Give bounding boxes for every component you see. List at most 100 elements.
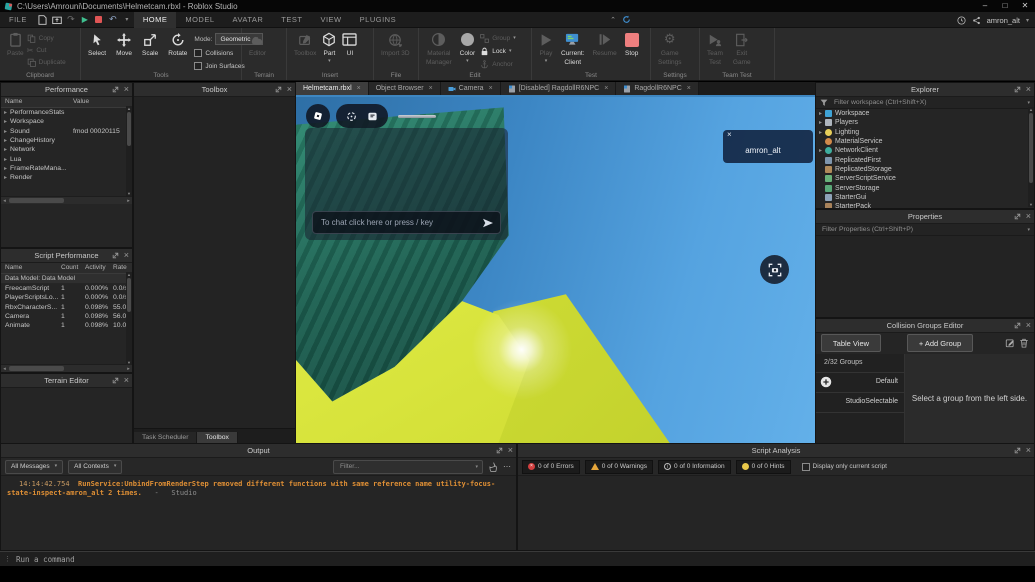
group-button[interactable]: Group▾ xyxy=(480,32,516,44)
anchor-button[interactable]: Anchor xyxy=(480,58,516,70)
tab-toolbox[interactable]: Toolbox xyxy=(197,432,237,443)
explorer-item-serverstorage[interactable]: ServerStorage xyxy=(816,183,1034,192)
chat-input[interactable] xyxy=(319,217,482,228)
expand-arrow-icon[interactable]: ▸ xyxy=(1,118,10,125)
sync-icon[interactable] xyxy=(622,15,631,24)
close-tab-icon[interactable]: × xyxy=(357,85,361,92)
quick-access-caret-icon[interactable]: ▾ xyxy=(120,12,134,28)
chevron-down-icon[interactable]: ▾ xyxy=(1027,227,1030,233)
close-tab-icon[interactable]: × xyxy=(687,85,691,92)
menu-file[interactable]: FILE xyxy=(0,12,36,28)
explorer-item-networkclient[interactable]: ▸NetworkClient xyxy=(816,146,1034,155)
expand-arrow-icon[interactable]: ▸ xyxy=(816,147,825,154)
table-row[interactable]: ▸Network xyxy=(1,145,132,154)
expand-arrow-icon[interactable]: ▸ xyxy=(816,129,825,136)
vertical-scrollbar[interactable]: ▲▼ xyxy=(126,106,132,196)
collapse-ribbon-icon[interactable]: ⌃ xyxy=(610,16,616,24)
contexts-filter-dropdown[interactable]: All Contexts▾ xyxy=(68,460,122,474)
close-button[interactable]: ✕ xyxy=(1015,0,1035,12)
expand-arrow-icon[interactable]: ▸ xyxy=(1,156,10,163)
explorer-item-serverscriptservice[interactable]: ServerScriptService xyxy=(816,174,1034,183)
popout-icon[interactable] xyxy=(112,377,119,384)
explorer-filter-input[interactable] xyxy=(832,98,1023,107)
expand-arrow-icon[interactable]: ▸ xyxy=(1,146,10,153)
horizontal-scrollbar[interactable]: ◂▸ xyxy=(1,364,132,372)
vertical-scrollbar[interactable]: ▲▼ xyxy=(1028,107,1034,207)
expand-arrow-icon[interactable]: ▸ xyxy=(1,174,10,181)
explorer-item-replicatedstorage[interactable]: ReplicatedStorage xyxy=(816,165,1034,174)
horizontal-scrollbar[interactable]: ◂▸ xyxy=(1,196,132,204)
group-row-studioselectable[interactable]: StudioSelectable xyxy=(816,393,904,413)
scale-button[interactable]: Scale xyxy=(139,30,161,58)
menu-tab-model[interactable]: MODEL xyxy=(176,12,223,28)
paste-button[interactable]: Paste xyxy=(4,30,27,58)
popout-icon[interactable] xyxy=(496,447,503,454)
capture-button[interactable] xyxy=(760,255,789,284)
current-client-button[interactable]: Current: Client xyxy=(558,30,587,68)
rename-group-icon[interactable] xyxy=(1005,338,1015,348)
output-log[interactable]: 14:14:42.754 RunService:UnbindFromRender… xyxy=(1,476,516,498)
popout-icon[interactable] xyxy=(1014,213,1021,220)
table-row[interactable]: Animate10.098%10.0/s xyxy=(1,321,132,330)
play-icon[interactable]: ▶ xyxy=(78,12,92,28)
explorer-item-starterpack[interactable]: StarterPack xyxy=(816,202,1034,208)
team-test-button[interactable]: Team Test xyxy=(704,30,726,68)
copy-button[interactable]: Copy xyxy=(27,32,66,44)
close-icon[interactable]: × xyxy=(1026,321,1031,330)
close-icon[interactable]: × xyxy=(1026,85,1031,94)
popout-icon[interactable] xyxy=(275,86,282,93)
stop-button[interactable]: Stop xyxy=(622,30,642,58)
table-row[interactable]: RbxCharacterS...10.098%55.0/s xyxy=(1,303,132,312)
cut-button[interactable]: ✂Cut xyxy=(27,44,66,56)
notifications-icon[interactable] xyxy=(957,16,966,25)
properties-filter-input[interactable] xyxy=(820,225,1023,234)
vertical-scrollbar[interactable]: ▲▼ xyxy=(126,272,132,365)
material-manager-button[interactable]: Material Manager xyxy=(423,30,455,68)
share-icon[interactable] xyxy=(972,16,981,25)
table-row[interactable]: FreecamScript10.000%0.0/s xyxy=(1,284,132,293)
close-icon[interactable]: × xyxy=(1026,212,1031,221)
user-caret-icon[interactable]: ▾ xyxy=(1026,17,1029,24)
send-icon[interactable] xyxy=(482,218,494,228)
chat-icon[interactable] xyxy=(367,111,378,122)
maximize-button[interactable]: □ xyxy=(995,0,1015,12)
resume-button[interactable]: Resume xyxy=(589,30,619,58)
popout-icon[interactable] xyxy=(112,252,119,259)
explorer-item-players[interactable]: ▸Players xyxy=(816,118,1034,127)
delete-group-icon[interactable] xyxy=(1019,338,1029,348)
toolbox-button[interactable]: Toolbox xyxy=(291,30,319,58)
exit-game-button[interactable]: Exit Game xyxy=(730,30,754,68)
explorer-item-materialservice[interactable]: MaterialService xyxy=(816,137,1034,146)
minimize-button[interactable]: – xyxy=(975,0,995,12)
display-current-script-checkbox[interactable]: Display only current script xyxy=(802,462,887,472)
close-icon[interactable]: × xyxy=(287,85,292,94)
rotate-button[interactable]: Rotate xyxy=(165,30,190,58)
tab-ragdoll[interactable]: RagdollR6NPC× xyxy=(616,82,699,95)
table-row[interactable]: ▸Soundfmod 00020115 xyxy=(1,127,132,136)
output-overflow-menu-icon[interactable]: ⋯ xyxy=(503,462,512,471)
close-tab-icon[interactable]: × xyxy=(489,85,493,92)
roblox-menu-button[interactable] xyxy=(306,104,330,128)
ui-button[interactable]: UI xyxy=(339,30,360,58)
information-badge[interactable]: i0 of 0 Information xyxy=(658,460,731,474)
popout-icon[interactable] xyxy=(1014,86,1021,93)
explorer-item-workspace[interactable]: ▸Workspace xyxy=(816,109,1034,118)
table-row[interactable]: PlayerScriptsLo...10.000%0.0/s xyxy=(1,293,132,302)
warnings-badge[interactable]: 0 of 0 Warnings xyxy=(585,460,653,474)
player-list[interactable]: × amron_alt xyxy=(723,130,813,163)
tab-task-scheduler[interactable]: Task Scheduler xyxy=(134,432,197,443)
close-tab-icon[interactable]: × xyxy=(429,85,433,92)
play-button[interactable]: Play ▾ xyxy=(536,30,556,65)
open-file-icon[interactable] xyxy=(50,12,64,28)
menu-tab-plugins[interactable]: PLUGINS xyxy=(351,12,405,28)
menu-tab-test[interactable]: TEST xyxy=(272,12,311,28)
errors-badge[interactable]: ×0 of 0 Errors xyxy=(522,460,580,474)
color-button[interactable]: Color ▾ xyxy=(457,30,479,65)
tab-ragdoll-disabled[interactable]: [Disabled] RagdollR6NPC× xyxy=(501,82,617,95)
clear-output-icon[interactable] xyxy=(488,462,498,472)
messages-filter-dropdown[interactable]: All Messages▾ xyxy=(5,460,63,474)
tab-object-browser[interactable]: Object Browser× xyxy=(369,82,441,95)
menu-tab-home[interactable]: HOME xyxy=(134,12,177,28)
expand-arrow-icon[interactable]: ▸ xyxy=(1,137,10,144)
hints-badge[interactable]: 0 of 0 Hints xyxy=(736,460,791,474)
